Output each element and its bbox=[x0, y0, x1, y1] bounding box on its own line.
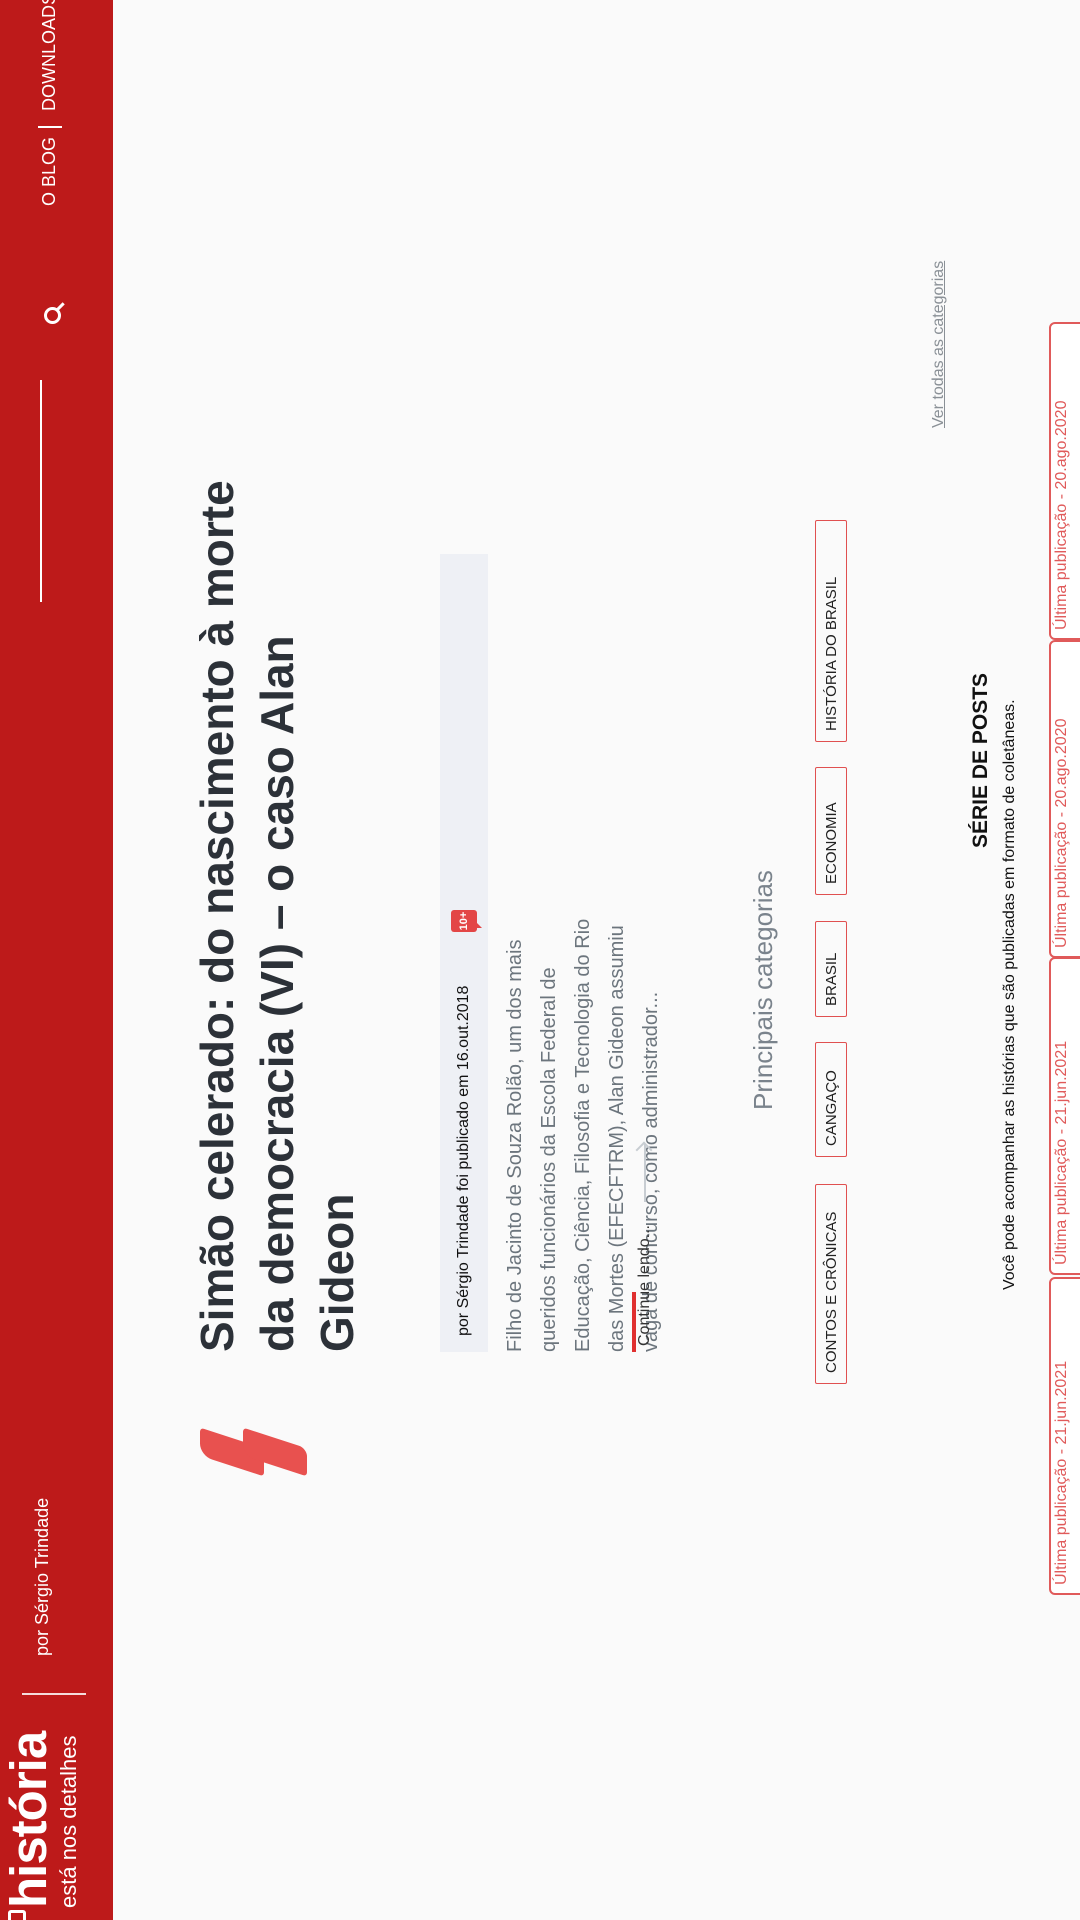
logo-icon bbox=[8, 1910, 26, 1920]
page: história está nos detalhes por Sérgio Tr… bbox=[0, 0, 1080, 1920]
post-meta-bar: por Sérgio Trindade foi publicado em 16.… bbox=[440, 554, 488, 1352]
site-tagline: está nos detalhes bbox=[56, 1735, 81, 1908]
series-card[interactable]: Última publicação - 21.jun.2021 bbox=[1049, 1277, 1080, 1595]
series-card[interactable]: Última publicação - 20.ago.2020 bbox=[1049, 322, 1080, 640]
category-cangaco[interactable]: CANGAÇO bbox=[815, 1042, 847, 1157]
series-card-date: Última publicação - 21.jun.2021 bbox=[1053, 1360, 1070, 1585]
continue-reading-link[interactable]: Continue lendo... bbox=[632, 1140, 672, 1352]
site-header: história está nos detalhes por Sérgio Tr… bbox=[0, 0, 113, 1920]
series-card-date: Última publicação - 20.ago.2020 bbox=[1053, 400, 1070, 630]
see-all-categories-link[interactable]: Ver todas as categorias bbox=[930, 261, 948, 428]
search-icon[interactable] bbox=[44, 307, 61, 324]
comments-badge[interactable]: 10+ bbox=[451, 910, 477, 932]
nav-item-downloads[interactable]: DOWNLOADS bbox=[39, 0, 60, 111]
search-input[interactable] bbox=[40, 380, 42, 602]
series-card-date: Última publicação - 21.jun.2021 bbox=[1053, 1040, 1070, 1265]
post-byline: por Sérgio Trindade foi publicado em 16.… bbox=[455, 985, 472, 1336]
header-author: por Sérgio Trindade bbox=[32, 1497, 52, 1656]
nav-divider bbox=[38, 126, 62, 128]
series-card[interactable]: Última publicação - 21.jun.2021 bbox=[1049, 957, 1080, 1275]
series-card-date: Última publicação - 20.ago.2020 bbox=[1053, 718, 1070, 948]
series-description: Você pode acompanhar as histórias que sã… bbox=[1001, 699, 1018, 1290]
site-logo[interactable]: história bbox=[0, 1732, 58, 1908]
category-economia[interactable]: ECONOMIA bbox=[815, 767, 847, 895]
continue-reading-label: Continue lendo... bbox=[636, 1225, 653, 1346]
category-brasil[interactable]: BRASIL bbox=[815, 921, 847, 1017]
header-divider bbox=[22, 1693, 86, 1695]
category-historia-do-brasil[interactable]: HISTÓRIA DO BRASIL bbox=[815, 520, 847, 742]
series-card[interactable]: Última publicação - 20.ago.2020 bbox=[1049, 640, 1080, 958]
nav-item-blog[interactable]: O BLOG bbox=[39, 137, 60, 206]
series-title: SÉRIE DE POSTS bbox=[969, 672, 992, 848]
category-contos-e-cronicas[interactable]: CONTOS E CRÔNICAS bbox=[815, 1184, 847, 1384]
categories-title: Principais categorias bbox=[748, 870, 778, 1110]
post-title[interactable]: Simão celerado: do nascimento à morte da… bbox=[187, 477, 367, 1352]
arrow-right-icon bbox=[644, 1144, 646, 1202]
